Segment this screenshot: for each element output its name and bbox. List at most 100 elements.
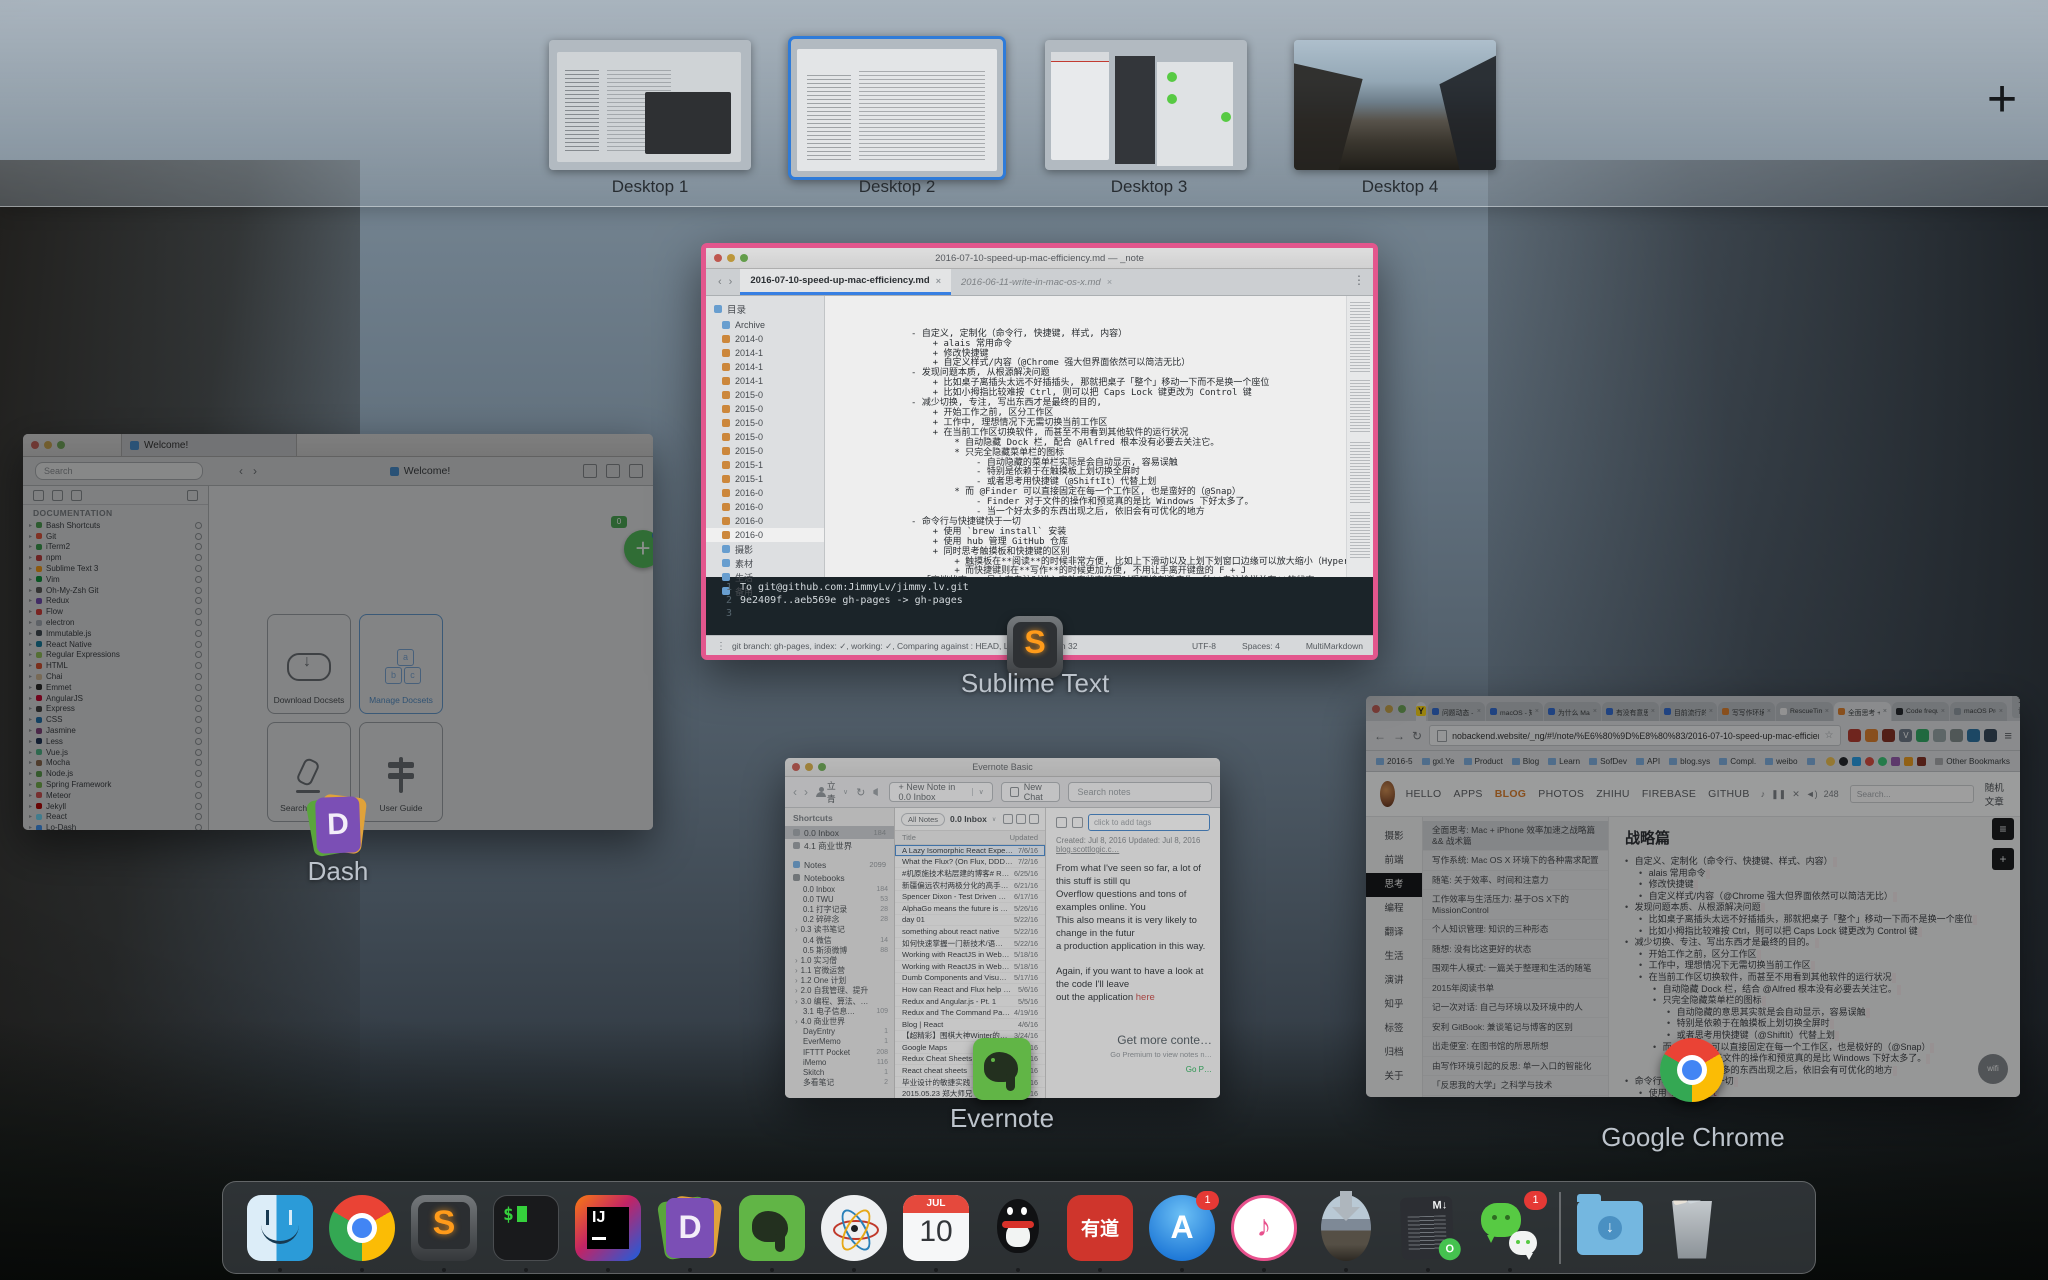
bookmark-folder[interactable]: 2016-5 bbox=[1376, 757, 1413, 766]
notebook-item[interactable]: DayEntry 1 bbox=[785, 1027, 894, 1037]
docset-item[interactable]: Emmet bbox=[23, 682, 208, 693]
note-list-item[interactable]: How can React and Flux help us create be… bbox=[895, 984, 1045, 996]
article-list-item[interactable]: 写作系统: Mac OS X 环境下的各种需求配置 bbox=[1423, 851, 1608, 871]
article-list-item[interactable]: 随笔: 关于效率、时间和注意力 bbox=[1423, 871, 1608, 891]
dock-downloads[interactable]: ↓ bbox=[1577, 1195, 1643, 1261]
sidebar-file-item[interactable]: 2015-0 bbox=[706, 444, 824, 458]
dash-toolbar-icons[interactable] bbox=[583, 464, 643, 478]
category-link[interactable]: 演讲 bbox=[1366, 969, 1422, 993]
site-nav-link[interactable]: FIREBASE bbox=[1642, 788, 1696, 800]
encoding-status[interactable]: UTF-8 bbox=[1192, 641, 1216, 651]
dash-filter-row[interactable] bbox=[23, 486, 208, 505]
sidebar-file-item[interactable]: 2015-0 bbox=[706, 388, 824, 402]
sidebar-file-item[interactable]: 2015-0 bbox=[706, 430, 824, 444]
indent-status[interactable]: Spaces: 4 bbox=[1242, 641, 1280, 651]
notebook-item[interactable]: 多看笔记 2 bbox=[785, 1078, 894, 1088]
sidebar-file-item[interactable]: 2014-1 bbox=[706, 346, 824, 360]
note-list-item[interactable]: #机原施技术粘层建的博客# React + Redux… 6/25/16 bbox=[895, 868, 1045, 880]
notebook-item[interactable]: 0.1 打字记录 28 bbox=[785, 904, 894, 914]
new-note-button[interactable]: + New Note in 0.0 Inbox ∨ bbox=[889, 782, 992, 802]
docset-item[interactable]: Regular Expressions bbox=[23, 650, 208, 661]
docset-item[interactable]: Oh-My-Zsh Git bbox=[23, 585, 208, 596]
browser-tab[interactable]: 目前流行的 bbox=[1660, 702, 1717, 721]
docset-item[interactable]: electron bbox=[23, 617, 208, 628]
desktop-1-thumbnail[interactable] bbox=[549, 40, 751, 170]
notebook-item[interactable]: 1.1 官微运营 bbox=[785, 966, 894, 976]
site-nav-link[interactable]: PHOTOS bbox=[1538, 788, 1584, 800]
note-list-item[interactable]: 如何快速掌握一门新技术/语言/框架… 5/22/16 bbox=[895, 938, 1045, 950]
sidebar-file-item[interactable]: 2015-1 bbox=[706, 472, 824, 486]
docset-item[interactable]: Less bbox=[23, 736, 208, 747]
profile-chip[interactable]: 日安青 bbox=[2012, 696, 2020, 718]
category-link[interactable]: 摄影 bbox=[1366, 825, 1422, 849]
docset-item[interactable]: Chai bbox=[23, 671, 208, 682]
bookmark-folder[interactable]: SofDev bbox=[1589, 757, 1627, 766]
site-search-input[interactable] bbox=[1850, 785, 1974, 803]
note-list-item[interactable]: Working with ReactJS in WebStorm: Codin…… bbox=[895, 961, 1045, 973]
chevron-down-icon[interactable]: ∨ bbox=[972, 788, 984, 796]
tab-nav-arrows[interactable]: ‹ › bbox=[710, 269, 740, 295]
notebook-item[interactable]: 0.3 读书笔记 bbox=[785, 925, 894, 935]
notebook-item[interactable]: 1.2 One 计划 bbox=[785, 976, 894, 986]
notebook-item[interactable]: 0.5 斯须微博 88 bbox=[785, 945, 894, 955]
go-premium-link[interactable]: Go P… bbox=[1110, 1065, 1212, 1074]
extension-icons[interactable]: V bbox=[1848, 729, 1997, 742]
dock-itunes[interactable]: ♪ bbox=[1231, 1195, 1297, 1261]
site-nav-link[interactable]: HELLO bbox=[1406, 788, 1442, 800]
docset-item[interactable]: Jasmine bbox=[23, 725, 208, 736]
category-link[interactable]: 思考 bbox=[1366, 873, 1422, 897]
dock-sierra-installer[interactable] bbox=[1313, 1195, 1379, 1261]
docset-item[interactable]: Redux bbox=[23, 596, 208, 607]
notebook-item[interactable]: iMemo 116 bbox=[785, 1057, 894, 1067]
docset-item[interactable]: CSS bbox=[23, 714, 208, 725]
dash-search-input[interactable] bbox=[35, 462, 203, 480]
browser-tab[interactable]: 有没有意思 bbox=[1602, 702, 1659, 721]
notebook-item[interactable]: 0.0 Inbox 184 bbox=[785, 884, 894, 894]
notebook-item[interactable]: 3.1 电子信息… 109 bbox=[785, 1006, 894, 1016]
article-list-item[interactable]: 「反思我的大学」之科学与技术 bbox=[1423, 1076, 1608, 1096]
sidebar-file-item[interactable]: 2016-0 bbox=[706, 486, 824, 500]
new-chat-button[interactable]: New Chat bbox=[1001, 782, 1061, 802]
chrome-menu-icon[interactable]: ≡ bbox=[2004, 728, 2012, 743]
note-list-item[interactable]: day 01 5/22/16 bbox=[895, 915, 1045, 927]
docset-item[interactable]: Git bbox=[23, 531, 208, 542]
sidebar-file-item[interactable]: 2015-0 bbox=[706, 416, 824, 430]
sidebar-root-folder[interactable]: 目录 bbox=[706, 300, 824, 318]
browser-tab[interactable]: RescueTim bbox=[1776, 702, 1833, 721]
docset-item[interactable]: Mocha bbox=[23, 758, 208, 769]
account-button[interactable]: 立青 ∨ bbox=[816, 779, 848, 805]
note-list-item[interactable]: Blog | React 4/6/16 bbox=[895, 1019, 1045, 1031]
dock-calendar[interactable]: JUL10 bbox=[903, 1195, 969, 1261]
dock-finder[interactable] bbox=[247, 1195, 313, 1261]
bookmark-folder[interactable]: weibo bbox=[1765, 757, 1797, 766]
dock-youdao[interactable]: 有道 bbox=[1067, 1195, 1133, 1261]
chrome-window[interactable]: Y 问题动态 - 知 macOS - 知 为什么 Mac bbox=[1366, 696, 2020, 1097]
here-link[interactable]: here bbox=[1136, 992, 1155, 1003]
tab-active[interactable]: 2016-07-10-speed-up-mac-efficiency.md × bbox=[740, 269, 951, 295]
bookmark-folder[interactable]: Learn bbox=[1548, 757, 1580, 766]
user-guide-card[interactable]: User Guide bbox=[359, 722, 443, 822]
dash-tab[interactable]: Welc​ome! bbox=[121, 434, 297, 456]
article-list-item[interactable]: 个人知识管理: 知识的三种形态 bbox=[1423, 920, 1608, 940]
tags-input[interactable] bbox=[1088, 814, 1210, 831]
docset-item[interactable]: Sublime Text 3 bbox=[23, 563, 208, 574]
site-nav-link[interactable]: APPS bbox=[1454, 788, 1483, 800]
tab-inactive[interactable]: 2016-06-11-write-in-mac-os-x.md × bbox=[951, 269, 1122, 295]
note-list-item[interactable]: AlphaGo means the future is coming faste… bbox=[895, 903, 1045, 915]
download-docsets-card[interactable]: Download Docsets bbox=[267, 614, 351, 714]
status-menu-icon[interactable]: ⋮ bbox=[716, 641, 726, 652]
article-list-item[interactable]: 工作效率与生活压力: 基于OS X下的 MissionControl bbox=[1423, 890, 1608, 920]
note-list-item[interactable]: What the Flux? (On Flux, DDD, and CQRS)…… bbox=[895, 857, 1045, 869]
category-link[interactable]: 前端 bbox=[1366, 849, 1422, 873]
sidebar-file-item[interactable]: 2014-1 bbox=[706, 360, 824, 374]
address-bar[interactable]: nobackend.website/_ng/#!/note/%E6%80%9D%… bbox=[1429, 725, 1841, 746]
nav-arrows[interactable]: ‹ › bbox=[793, 785, 808, 799]
category-link[interactable]: 标签 bbox=[1366, 1017, 1422, 1041]
article-list-item[interactable]: 2015年阅读书单 bbox=[1423, 979, 1608, 999]
window-controls[interactable] bbox=[31, 441, 65, 449]
docset-item[interactable]: Immutable.js bbox=[23, 628, 208, 639]
category-link[interactable]: 关于 bbox=[1366, 1065, 1422, 1089]
docset-item[interactable]: React Native bbox=[23, 639, 208, 650]
bookmark-folder[interactable]: JS lib bbox=[1807, 757, 1816, 766]
docset-item[interactable]: iTerm2 bbox=[23, 542, 208, 553]
